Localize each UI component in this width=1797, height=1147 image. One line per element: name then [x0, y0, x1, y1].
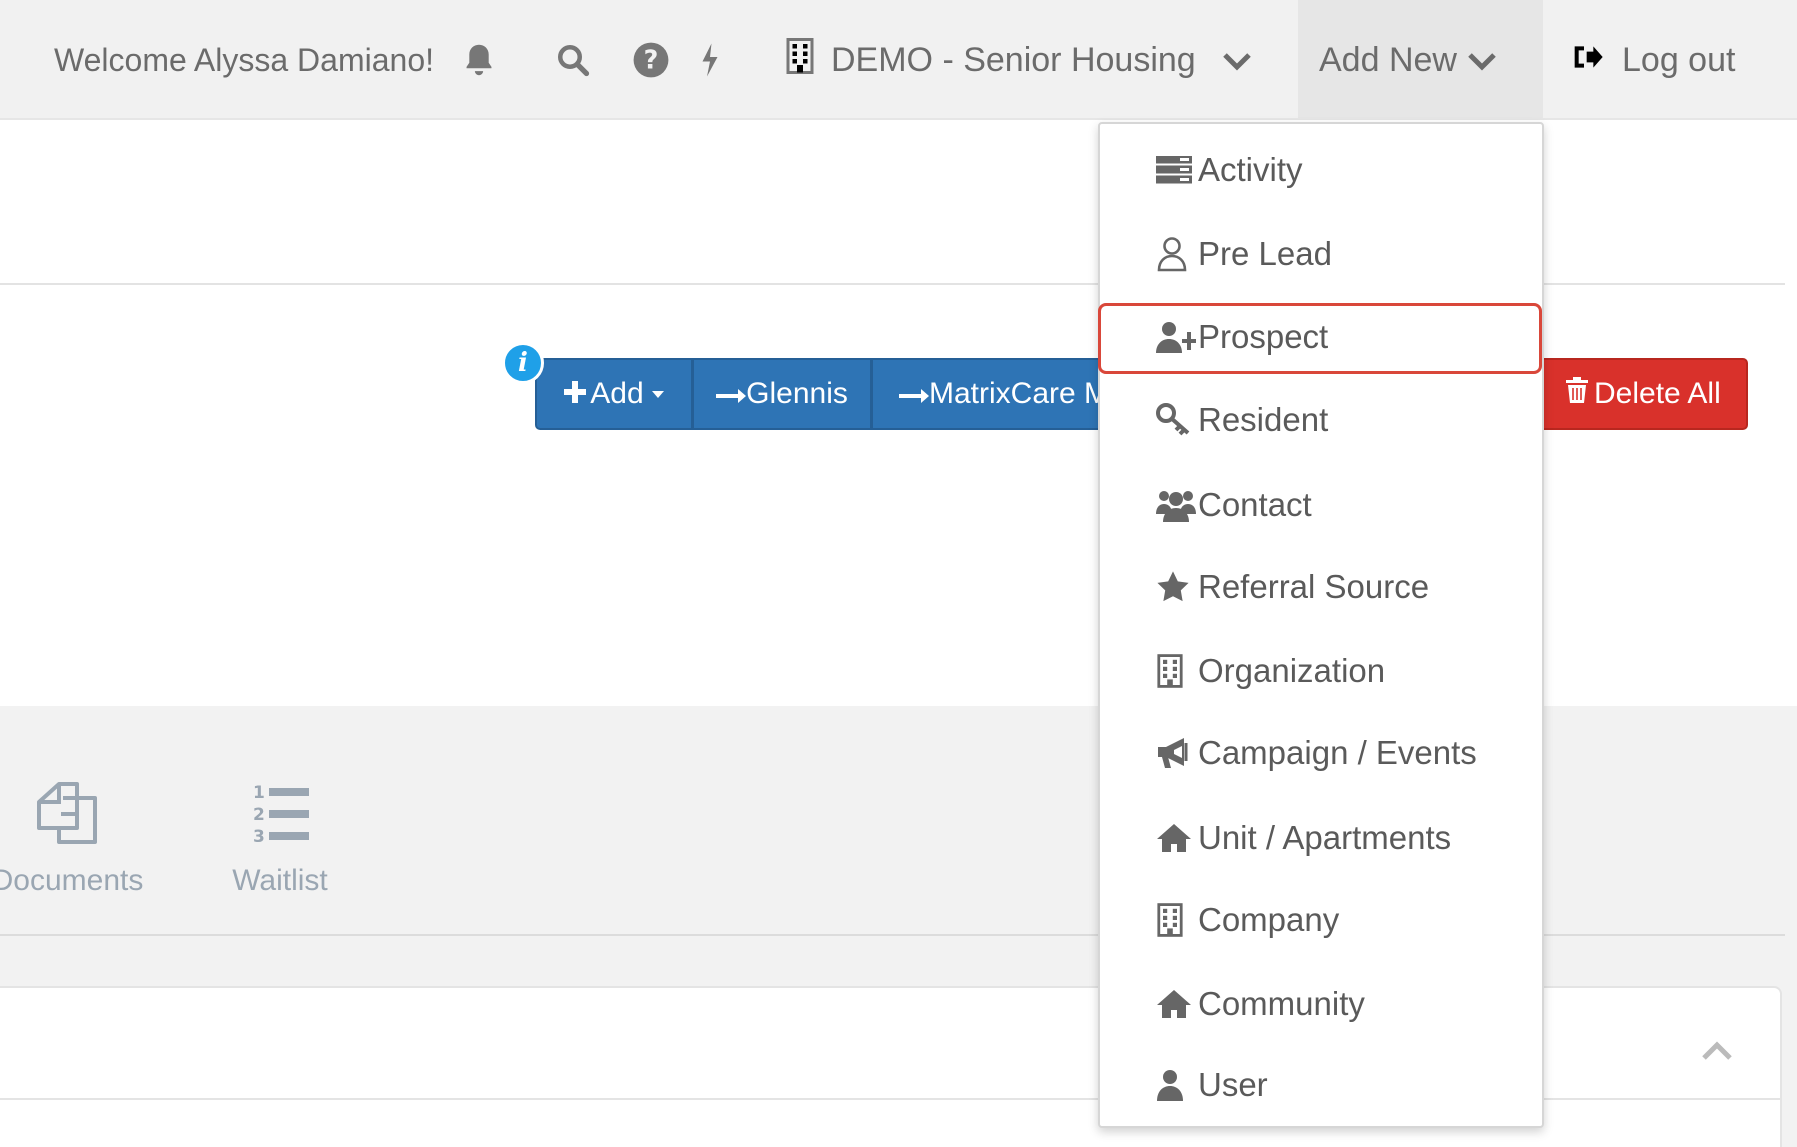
menu-item-company[interactable]: Company — [1100, 885, 1542, 955]
ordered-list-icon: 12 3 — [247, 780, 313, 854]
documents-icon — [35, 780, 101, 854]
tab-waitlist[interactable]: 12 3 Waitlist — [215, 780, 345, 898]
svg-text:2: 2 — [253, 805, 265, 825]
menu-item-label: Organization — [1198, 652, 1386, 689]
arrow-right-icon — [716, 377, 747, 411]
svg-text:?: ? — [644, 45, 659, 75]
star-icon — [1156, 570, 1196, 604]
bullhorn-icon — [1156, 737, 1196, 769]
add-new-dropdown-menu: Activity Pre Lead Prospect Resident Cont… — [1098, 122, 1544, 1128]
arrow-right-icon — [899, 377, 929, 411]
search-icon[interactable] — [555, 0, 591, 120]
menu-item-prospect[interactable]: Prospect — [1100, 302, 1542, 372]
info-icon[interactable]: i — [502, 342, 544, 384]
caret-down-icon — [651, 390, 664, 398]
menu-item-activity[interactable]: Activity — [1100, 135, 1542, 205]
menu-item-label: Pre Lead — [1198, 235, 1332, 272]
user-plus-icon — [1156, 321, 1196, 353]
tab-documents-label: Documents — [0, 864, 144, 897]
menu-item-user[interactable]: User — [1100, 1050, 1542, 1120]
welcome-text: Welcome Alyssa Damiano! — [54, 41, 434, 78]
logout-link[interactable]: Log out — [1572, 0, 1735, 120]
bolt-icon[interactable] — [700, 0, 720, 120]
delete-all-button[interactable]: Delete All — [1530, 358, 1748, 430]
menu-item-label: Community — [1198, 985, 1365, 1022]
logout-label: Log out — [1622, 40, 1736, 79]
menu-item-label: User — [1198, 1066, 1268, 1103]
add-dropdown-button[interactable]: Add — [535, 358, 693, 430]
home-icon — [1156, 823, 1196, 853]
menu-item-label: Referral Source — [1198, 568, 1430, 605]
key-icon — [1156, 403, 1196, 437]
menu-item-referral-source[interactable]: Referral Source — [1100, 552, 1542, 622]
community-selector[interactable]: DEMO - Senior Housing — [785, 0, 1252, 120]
top-navbar: Welcome Alyssa Damiano! ? DEMO - Senior … — [0, 0, 1797, 120]
menu-item-pre-lead[interactable]: Pre Lead — [1100, 219, 1542, 289]
svg-text:1: 1 — [253, 783, 265, 803]
matrixcare-button-label: MatrixCare M — [929, 377, 1110, 410]
glennis-button[interactable]: Glennis — [692, 358, 872, 430]
users-icon — [1156, 488, 1196, 522]
menu-item-resident[interactable]: Resident — [1100, 385, 1542, 455]
chevron-down-icon — [1222, 41, 1252, 80]
add-button-label: Add — [590, 377, 644, 410]
menu-item-label: Unit / Apartments — [1198, 819, 1452, 856]
user-outline-icon — [1156, 236, 1196, 272]
menu-item-label: Campaign / Events — [1198, 734, 1477, 771]
building-icon — [785, 37, 815, 83]
menu-item-contact[interactable]: Contact — [1100, 470, 1542, 540]
activity-icon — [1156, 156, 1196, 184]
building-icon — [1156, 653, 1196, 689]
menu-item-organization[interactable]: Organization — [1100, 636, 1542, 706]
menu-item-label: Prospect — [1198, 318, 1329, 355]
home-icon — [1156, 989, 1196, 1019]
help-icon[interactable]: ? — [632, 0, 670, 120]
glennis-button-label: Glennis — [746, 377, 848, 410]
tab-documents[interactable]: Documents — [0, 780, 155, 898]
community-selector-label: DEMO - Senior Housing — [831, 40, 1196, 79]
menu-item-label: Company — [1198, 901, 1340, 938]
menu-item-label: Resident — [1198, 401, 1329, 438]
chevron-down-icon — [1467, 41, 1497, 80]
add-new-menu-toggle[interactable]: Add New — [1319, 0, 1497, 120]
menu-item-unit-apartments[interactable]: Unit / Apartments — [1100, 803, 1542, 873]
matrixcare-button[interactable]: MatrixCare M — [871, 358, 1121, 430]
menu-item-label: Contact — [1198, 486, 1312, 523]
menu-item-campaign-events[interactable]: Campaign / Events — [1100, 718, 1542, 788]
logout-icon — [1572, 41, 1604, 80]
building-icon — [1156, 902, 1196, 938]
menu-item-community[interactable]: Community — [1100, 969, 1542, 1039]
bell-icon[interactable] — [462, 0, 496, 120]
add-new-label: Add New — [1319, 40, 1457, 79]
trash-icon — [1566, 377, 1588, 411]
menu-item-label: Activity — [1198, 151, 1303, 188]
plus-icon — [564, 377, 587, 411]
svg-text:3: 3 — [253, 827, 265, 846]
tab-waitlist-label: Waitlist — [232, 864, 328, 897]
delete-all-label: Delete All — [1594, 377, 1721, 410]
user-icon — [1156, 1069, 1196, 1101]
chevron-up-icon[interactable] — [1700, 1040, 1734, 1067]
